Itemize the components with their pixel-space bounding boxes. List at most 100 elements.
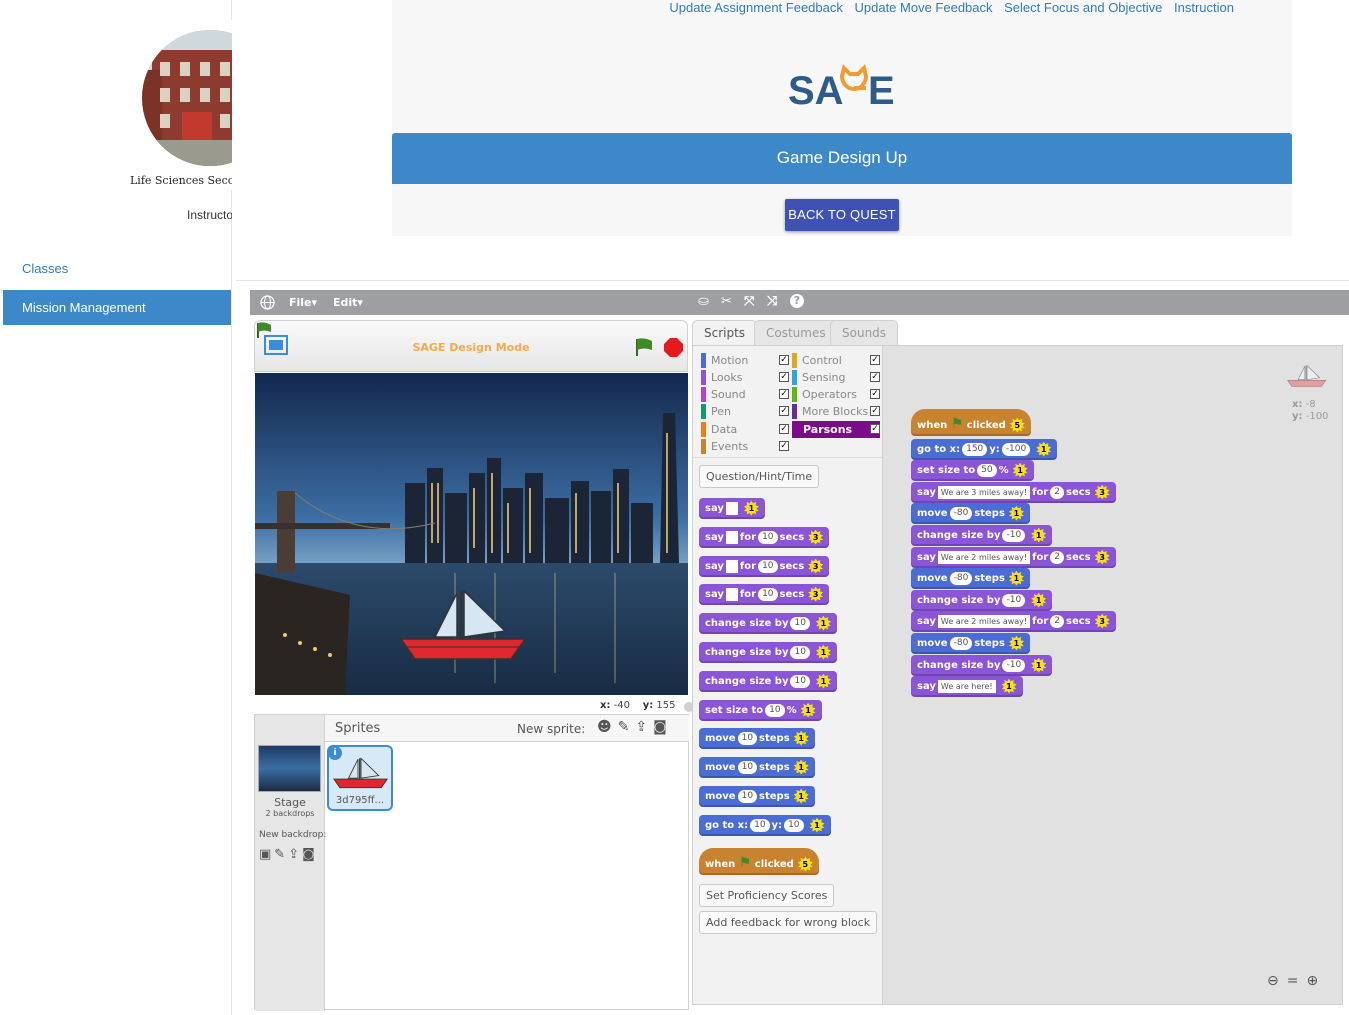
boat-sprite[interactable]: [399, 587, 529, 666]
set-size-input[interactable]: 10: [765, 703, 785, 717]
shrink-icon[interactable]: ⤨: [767, 294, 777, 309]
secs-input[interactable]: 2: [1050, 550, 1064, 564]
category-pen[interactable]: Pen ✓: [701, 403, 789, 420]
palette-move-block[interactable]: move 10 steps 1: [699, 728, 815, 749]
green-flag-icon[interactable]: [634, 337, 654, 360]
tab-scripts[interactable]: Scripts: [692, 320, 758, 346]
go-to-y-input[interactable]: -100: [1001, 442, 1031, 456]
change-size-input[interactable]: -10: [1002, 593, 1026, 607]
motion-checkbox[interactable]: ✓: [779, 355, 789, 365]
category-more-blocks[interactable]: More Blocks ✓: [792, 403, 880, 420]
looks-checkbox[interactable]: ✓: [779, 372, 789, 382]
say-input[interactable]: We are 2 miles away!: [937, 614, 1031, 628]
script-go-to-block[interactable]: go to x: 150 y: -100 1: [911, 439, 1058, 460]
palette-change-size-block[interactable]: change size by 10 1: [699, 671, 837, 692]
palette-move-block[interactable]: move 10 steps 1: [699, 786, 815, 807]
script-change-size-block[interactable]: change size by -10 1: [911, 590, 1053, 611]
script-move-block[interactable]: move -80 steps 1: [911, 503, 1030, 524]
secs-input[interactable]: 2: [1050, 485, 1064, 499]
script-say-for-block[interactable]: say We are 3 miles away! for 2 secs 3: [911, 482, 1116, 503]
category-events[interactable]: Events ✓: [701, 438, 789, 455]
move-input[interactable]: -80: [949, 506, 973, 520]
say-input[interactable]: [725, 530, 738, 544]
move-input[interactable]: -80: [949, 571, 973, 585]
say-input[interactable]: [725, 501, 738, 515]
secs-input[interactable]: 10: [758, 587, 778, 601]
upload-backdrop-icon[interactable]: ⇪: [288, 847, 302, 862]
move-input[interactable]: -80: [949, 636, 973, 650]
palette-when-flag-clicked-block[interactable]: when ⚑ clicked 5: [699, 848, 819, 875]
add-feedback-wrong-block-button[interactable]: Add feedback for wrong block: [699, 911, 878, 934]
change-size-input[interactable]: 10: [790, 616, 810, 630]
script-say-for-block[interactable]: say We are 2 miles away! for 2 secs 3: [911, 611, 1116, 632]
go-to-y-input[interactable]: 10: [784, 818, 804, 832]
script-change-size-block[interactable]: change size by -10 1: [911, 525, 1053, 546]
say-input[interactable]: We are here!: [937, 679, 996, 693]
data-checkbox[interactable]: ✓: [779, 424, 789, 434]
category-control[interactable]: Control ✓: [792, 352, 880, 369]
move-input[interactable]: 10: [737, 760, 758, 774]
script-say-block[interactable]: say We are here! 1: [911, 676, 1023, 697]
grow-icon[interactable]: ⤧: [744, 294, 754, 309]
say-input[interactable]: We are 2 miles away!: [937, 550, 1031, 564]
select-focus-objective-link[interactable]: Select Focus and Objective: [1004, 0, 1162, 15]
secs-input[interactable]: 10: [758, 559, 778, 573]
category-looks[interactable]: Looks ✓: [701, 369, 789, 386]
change-size-input[interactable]: 10: [790, 645, 810, 659]
palette-say-block[interactable]: say 1: [699, 498, 765, 519]
back-to-quest-button[interactable]: BACK TO QUEST: [785, 199, 899, 231]
camera-backdrop-icon[interactable]: ◙: [302, 847, 318, 862]
say-input[interactable]: [725, 559, 738, 573]
sprite-library-icon[interactable]: ☻: [597, 719, 618, 735]
script-move-block[interactable]: move -80 steps 1: [911, 633, 1030, 654]
category-sensing[interactable]: Sensing ✓: [792, 369, 880, 386]
script-set-size-block[interactable]: set size to 50% 1: [911, 460, 1034, 481]
palette-change-size-block[interactable]: change size by 10 1: [699, 642, 837, 663]
zoom-in-icon[interactable]: ⊕: [1306, 973, 1326, 989]
duplicate-icon[interactable]: ⛀: [698, 294, 709, 309]
update-move-feedback-link[interactable]: Update Move Feedback: [854, 0, 992, 15]
set-size-input[interactable]: 50: [977, 463, 997, 477]
move-input[interactable]: 10: [737, 731, 758, 745]
secs-input[interactable]: 10: [758, 530, 778, 544]
instruction-link[interactable]: Instruction: [1174, 0, 1234, 15]
change-size-input[interactable]: -10: [1002, 658, 1026, 672]
script-when-flag-clicked-block[interactable]: when ⚑ clicked 5: [911, 409, 1031, 436]
parsons-checkbox[interactable]: ✓: [870, 424, 880, 434]
edit-menu[interactable]: Edit▾: [333, 296, 363, 309]
nav-mission-management[interactable]: Mission Management: [3, 290, 231, 325]
change-size-input[interactable]: 10: [790, 674, 810, 688]
delete-icon[interactable]: ✂: [721, 294, 732, 309]
category-motion[interactable]: Motion ✓: [701, 352, 789, 369]
category-parsons[interactable]: Parsons ✓: [792, 421, 880, 438]
palette-change-size-block[interactable]: change size by 10 1: [699, 613, 837, 634]
palette-say-for-block[interactable]: say for 10 secs 3: [699, 556, 830, 577]
operators-checkbox[interactable]: ✓: [870, 389, 880, 399]
upload-sprite-icon[interactable]: ⇪: [635, 719, 653, 735]
sound-checkbox[interactable]: ✓: [779, 389, 789, 399]
secs-input[interactable]: 2: [1050, 614, 1064, 628]
palette-say-for-block[interactable]: say for 10 secs 3: [699, 527, 830, 548]
palette-say-for-block[interactable]: say for 10 secs 3: [699, 584, 830, 605]
palette-set-size-block[interactable]: set size to 10% 1: [699, 700, 822, 721]
stage-thumbnail[interactable]: [258, 745, 321, 792]
category-sound[interactable]: Sound ✓: [701, 386, 789, 403]
go-to-x-input[interactable]: 10: [750, 818, 770, 832]
paint-sprite-icon[interactable]: ✎: [618, 719, 636, 735]
go-to-x-input[interactable]: 150: [962, 442, 988, 456]
camera-sprite-icon[interactable]: ◙: [653, 719, 673, 735]
question-hint-time-button[interactable]: Question/Hint/Time: [699, 465, 820, 488]
zoom-reset-icon[interactable]: =: [1287, 973, 1307, 989]
move-input[interactable]: 10: [737, 789, 758, 803]
paint-backdrop-library-icon[interactable]: ▣: [259, 847, 274, 862]
category-data[interactable]: Data ✓: [701, 421, 789, 438]
pen-checkbox[interactable]: ✓: [779, 406, 789, 416]
file-menu[interactable]: File▾: [289, 296, 317, 309]
say-input[interactable]: [725, 587, 738, 601]
change-size-input[interactable]: -10: [1002, 528, 1026, 542]
zoom-out-icon[interactable]: ⊖: [1267, 973, 1287, 989]
stage-canvas[interactable]: [255, 373, 688, 695]
sprite-tile[interactable]: i 3d795ff...: [327, 745, 393, 811]
script-say-for-block[interactable]: say We are 2 miles away! for 2 secs 3: [911, 547, 1116, 568]
tab-costumes[interactable]: Costumes: [754, 320, 838, 345]
